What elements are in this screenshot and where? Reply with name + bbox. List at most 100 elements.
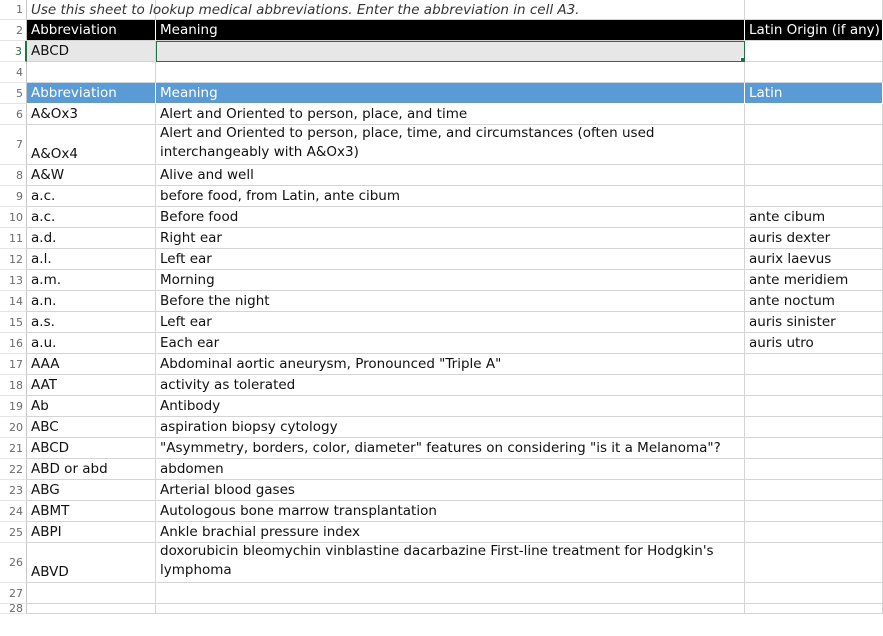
- table-cell-abbreviation[interactable]: a.d.: [27, 228, 156, 249]
- table-cell-meaning[interactable]: Before the night: [156, 291, 745, 312]
- row-header[interactable]: 13: [0, 270, 27, 291]
- table-cell-meaning[interactable]: Alert and Oriented to person, place, and…: [156, 104, 745, 125]
- empty-cell[interactable]: [27, 604, 156, 614]
- cell-c4[interactable]: [745, 62, 883, 83]
- table-cell-latin[interactable]: auris dexter: [745, 228, 883, 249]
- row-header[interactable]: 21: [0, 438, 27, 459]
- table-cell-latin[interactable]: ante meridiem: [745, 270, 883, 291]
- table-cell-abbreviation[interactable]: a.c.: [27, 186, 156, 207]
- instruction-cell[interactable]: Use this sheet to lookup medical abbrevi…: [27, 0, 579, 20]
- cell-c1[interactable]: [745, 0, 883, 20]
- table-cell-abbreviation[interactable]: a.n.: [27, 291, 156, 312]
- empty-cell[interactable]: [745, 604, 883, 614]
- cell-b4[interactable]: [156, 62, 745, 83]
- empty-cell[interactable]: [156, 583, 745, 604]
- table-cell-latin[interactable]: [745, 522, 883, 543]
- table-cell-meaning[interactable]: Left ear: [156, 312, 745, 333]
- table-cell-meaning[interactable]: Arterial blood gases: [156, 480, 745, 501]
- table-cell-meaning[interactable]: Morning: [156, 270, 745, 291]
- table-cell-latin[interactable]: [745, 396, 883, 417]
- table-cell-meaning[interactable]: Right ear: [156, 228, 745, 249]
- row-header[interactable]: 17: [0, 354, 27, 375]
- table-cell-abbreviation[interactable]: ABD or abd: [27, 459, 156, 480]
- table-cell-meaning[interactable]: doxorubicin bleomychin vinblastine dacar…: [156, 543, 745, 583]
- table-cell-abbreviation[interactable]: a.u.: [27, 333, 156, 354]
- cell-a4[interactable]: [27, 62, 156, 83]
- row-header[interactable]: 7: [0, 125, 27, 165]
- row-header[interactable]: 14: [0, 291, 27, 312]
- table-cell-abbreviation[interactable]: AAA: [27, 354, 156, 375]
- row-header[interactable]: 15: [0, 312, 27, 333]
- table-cell-meaning[interactable]: Abdominal aortic aneurysm, Pronounced "T…: [156, 354, 745, 375]
- table-cell-meaning[interactable]: before food, from Latin, ante cibum: [156, 186, 745, 207]
- table-header-latin[interactable]: Latin: [745, 83, 883, 104]
- lookup-header-latin[interactable]: Latin Origin (if any): [745, 20, 883, 41]
- table-cell-abbreviation[interactable]: ABMT: [27, 501, 156, 522]
- table-cell-abbreviation[interactable]: ABC: [27, 417, 156, 438]
- table-cell-abbreviation[interactable]: ABCD: [27, 438, 156, 459]
- row-header[interactable]: 20: [0, 417, 27, 438]
- lookup-result-meaning[interactable]: [156, 41, 745, 62]
- row-header[interactable]: 25: [0, 522, 27, 543]
- table-cell-meaning[interactable]: abdomen: [156, 459, 745, 480]
- row-header[interactable]: 23: [0, 480, 27, 501]
- table-cell-meaning[interactable]: activity as tolerated: [156, 375, 745, 396]
- table-cell-abbreviation[interactable]: AAT: [27, 375, 156, 396]
- table-cell-meaning[interactable]: Left ear: [156, 249, 745, 270]
- row-header[interactable]: 2: [0, 20, 27, 41]
- table-cell-abbreviation[interactable]: ABVD: [27, 543, 156, 583]
- table-cell-abbreviation[interactable]: Ab: [27, 396, 156, 417]
- table-cell-latin[interactable]: [745, 417, 883, 438]
- table-cell-meaning[interactable]: Antibody: [156, 396, 745, 417]
- row-header[interactable]: 6: [0, 104, 27, 125]
- lookup-header-abbreviation[interactable]: Abbreviation: [27, 20, 156, 41]
- table-cell-meaning[interactable]: Each ear: [156, 333, 745, 354]
- table-cell-latin[interactable]: [745, 543, 883, 583]
- table-cell-meaning[interactable]: "Asymmetry, borders, color, diameter" fe…: [156, 438, 745, 459]
- row-header[interactable]: 28: [0, 604, 27, 614]
- empty-cell[interactable]: [27, 583, 156, 604]
- table-cell-meaning[interactable]: Before food: [156, 207, 745, 228]
- table-cell-meaning[interactable]: Autologous bone marrow transplantation: [156, 501, 745, 522]
- table-cell-latin[interactable]: [745, 438, 883, 459]
- row-header[interactable]: 3: [0, 41, 27, 62]
- table-cell-abbreviation[interactable]: A&Ox4: [27, 125, 156, 165]
- table-cell-latin[interactable]: auris sinister: [745, 312, 883, 333]
- table-cell-abbreviation[interactable]: a.l.: [27, 249, 156, 270]
- row-header[interactable]: 11: [0, 228, 27, 249]
- row-header[interactable]: 9: [0, 186, 27, 207]
- row-header[interactable]: 18: [0, 375, 27, 396]
- table-cell-abbreviation[interactable]: A&Ox3: [27, 104, 156, 125]
- lookup-input-abbreviation[interactable]: ABCD: [27, 41, 156, 62]
- row-header[interactable]: 19: [0, 396, 27, 417]
- table-cell-latin[interactable]: ante cibum: [745, 207, 883, 228]
- table-cell-latin[interactable]: [745, 125, 883, 165]
- table-cell-abbreviation[interactable]: ABG: [27, 480, 156, 501]
- row-header[interactable]: 26: [0, 543, 27, 583]
- table-cell-meaning[interactable]: Alive and well: [156, 165, 745, 186]
- empty-cell[interactable]: [156, 604, 745, 614]
- row-header[interactable]: 16: [0, 333, 27, 354]
- table-cell-meaning[interactable]: aspiration biopsy cytology: [156, 417, 745, 438]
- table-cell-latin[interactable]: [745, 354, 883, 375]
- row-header[interactable]: 27: [0, 583, 27, 604]
- table-cell-latin[interactable]: aurix laevus: [745, 249, 883, 270]
- table-cell-latin[interactable]: auris utro: [745, 333, 883, 354]
- table-cell-abbreviation[interactable]: a.s.: [27, 312, 156, 333]
- table-cell-latin[interactable]: [745, 480, 883, 501]
- row-header[interactable]: 1: [0, 0, 27, 20]
- table-cell-latin[interactable]: [745, 104, 883, 125]
- table-cell-abbreviation[interactable]: a.c.: [27, 207, 156, 228]
- lookup-result-latin[interactable]: [745, 41, 883, 62]
- row-header[interactable]: 8: [0, 165, 27, 186]
- table-cell-abbreviation[interactable]: ABPI: [27, 522, 156, 543]
- table-cell-latin[interactable]: [745, 375, 883, 396]
- row-header[interactable]: 10: [0, 207, 27, 228]
- empty-cell[interactable]: [745, 583, 883, 604]
- row-header[interactable]: 22: [0, 459, 27, 480]
- table-cell-abbreviation[interactable]: A&W: [27, 165, 156, 186]
- row-header[interactable]: 5: [0, 83, 27, 104]
- table-cell-latin[interactable]: [745, 186, 883, 207]
- table-cell-latin[interactable]: ante noctum: [745, 291, 883, 312]
- row-header[interactable]: 24: [0, 501, 27, 522]
